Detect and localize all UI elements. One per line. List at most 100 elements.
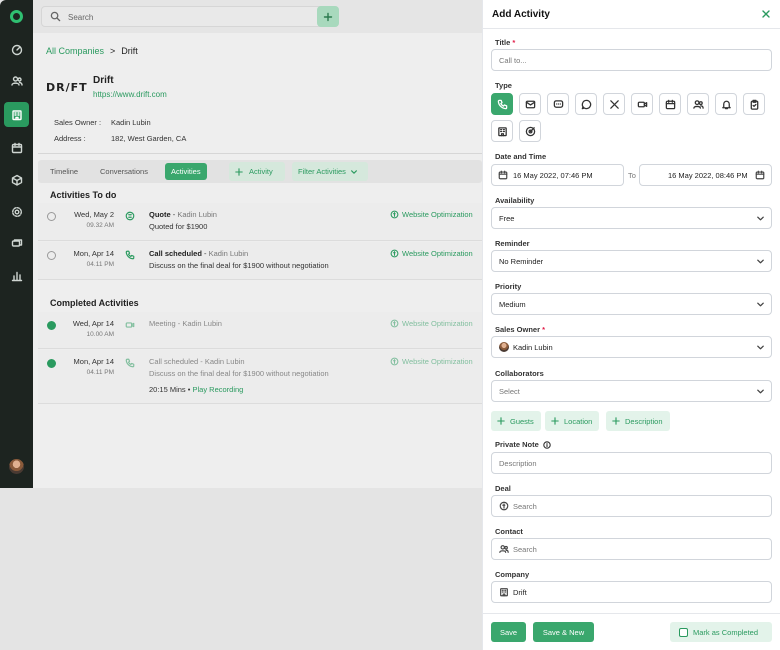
activity-time: 10.00 AM [86, 331, 114, 338]
sidebar-item-reports[interactable] [4, 263, 29, 288]
sidebar-item-dashboard[interactable] [4, 37, 29, 62]
deal-tag[interactable]: Website Optimization [390, 319, 473, 328]
building-icon [500, 588, 508, 597]
tabs-bar: Timeline Conversations Activities Activi… [38, 160, 482, 183]
contact-search-input[interactable]: Search [491, 538, 772, 560]
breadcrumb-current: Drift [121, 46, 138, 56]
activity-row[interactable]: Mon, Apr 14 04.11 PM Call scheduled - Ka… [38, 242, 482, 280]
activity-row[interactable]: Mon, Apr 14 04.11 PM Call scheduled - Ka… [38, 350, 482, 404]
save-and-new-button[interactable]: Save & New [533, 622, 594, 642]
user-avatar[interactable] [9, 459, 24, 474]
type-group-button[interactable] [687, 93, 709, 115]
chat-icon [11, 238, 22, 247]
deal-tag[interactable]: Website Optimization [390, 210, 473, 219]
activity-description: Discuss on the final deal for $1900 with… [149, 261, 329, 270]
search-placeholder: Search [68, 13, 94, 22]
type-event-button[interactable] [659, 93, 681, 115]
overlay-backdrop[interactable] [0, 488, 482, 650]
save-button[interactable]: Save [491, 622, 526, 642]
sidebar-item-companies[interactable] [4, 102, 29, 127]
video-icon [637, 101, 647, 107]
sales-owner-row: Sales Owner : Kadin Lubin [54, 118, 151, 127]
type-email-button[interactable] [519, 93, 541, 115]
play-recording-link[interactable]: Play Recording [192, 385, 243, 394]
tab-activities[interactable]: Activities [165, 163, 207, 180]
deal-search-input[interactable]: Search [491, 495, 772, 517]
title-input[interactable]: Call to... [491, 49, 772, 71]
activity-checkbox[interactable] [47, 212, 56, 221]
start-datetime-value: 16 May 2022, 07:46 PM [513, 171, 593, 180]
reminder-value: No Reminder [499, 257, 544, 266]
building-icon [11, 109, 22, 120]
deal-tag[interactable]: Website Optimization [390, 249, 473, 258]
sidebar-item-settings[interactable] [4, 199, 29, 224]
activity-date: Mon, Apr 14 [73, 357, 114, 366]
add-guests-button[interactable]: Guests [491, 411, 541, 431]
type-deal-button[interactable] [519, 120, 541, 142]
end-datetime-value: 16 May 2022, 08:46 PM [668, 171, 748, 180]
priority-select[interactable]: Medium [491, 293, 772, 315]
reminder-select[interactable]: No Reminder [491, 250, 772, 272]
activity-row[interactable]: Wed, Apr 14 10.00 AM Meeting - Kadin Lub… [38, 312, 482, 349]
availability-select[interactable]: Free [491, 207, 772, 229]
tab-conversations[interactable]: Conversations [94, 163, 154, 180]
type-meeting-button[interactable] [631, 93, 653, 115]
address-label: Address : [54, 134, 86, 143]
type-task-button[interactable] [743, 93, 765, 115]
sidebar-item-products[interactable] [4, 167, 29, 192]
deal-icon [499, 501, 509, 511]
activity-checkbox-checked[interactable] [47, 359, 56, 368]
deal-icon [390, 210, 399, 219]
sales-owner-select[interactable]: Kadin Lubin [491, 336, 772, 358]
company-url-link[interactable]: https://www.drift.com [93, 90, 167, 99]
quick-add-button[interactable] [317, 6, 339, 27]
add-activity-label: Activity [249, 167, 273, 176]
sidebar-item-calendar[interactable] [4, 135, 29, 160]
deal-tag-label: Website Optimization [402, 249, 473, 258]
info-icon[interactable] [543, 441, 551, 449]
type-lunch-button[interactable] [603, 93, 625, 115]
type-office-button[interactable] [491, 120, 513, 142]
breadcrumb-all-companies[interactable]: All Companies [46, 46, 104, 56]
add-description-button[interactable]: Description [606, 411, 670, 431]
close-icon[interactable] [761, 9, 771, 19]
calendar-icon [755, 170, 765, 180]
mark-as-completed-button[interactable]: Mark as Completed [670, 622, 772, 642]
app-logo[interactable] [10, 10, 23, 23]
sidebar-item-contacts[interactable] [4, 68, 29, 93]
sales-owner-label-text: Sales Owner [495, 325, 541, 334]
activity-type: Meeting [149, 319, 176, 328]
company-name: Drift [93, 75, 114, 86]
activity-checkbox-checked[interactable] [47, 321, 56, 330]
sidebar-item-messages[interactable] [4, 231, 29, 256]
tab-timeline[interactable]: Timeline [44, 163, 84, 180]
add-location-button[interactable]: Location [545, 411, 600, 431]
type-whatsapp-button[interactable] [575, 93, 597, 115]
activity-description: Quoted for $1900 [149, 222, 208, 231]
global-search-input[interactable]: Search [41, 6, 339, 27]
company-input[interactable]: Drift [491, 581, 772, 603]
type-sms-button[interactable] [547, 93, 569, 115]
collaborators-select[interactable]: Select [491, 380, 772, 402]
filter-activities-label: Filter Activities [298, 167, 346, 176]
filter-activities-dropdown[interactable]: Filter Activities [292, 162, 368, 181]
deal-tag[interactable]: Website Optimization [390, 357, 473, 366]
activity-title: Call scheduled - Kadin Lubin [149, 357, 245, 366]
mail-icon [525, 100, 535, 108]
required-mark: * [512, 38, 516, 47]
add-activity-button[interactable]: Activity [229, 162, 285, 181]
bar-chart-icon [11, 271, 22, 281]
end-datetime-input[interactable]: 16 May 2022, 08:46 PM [639, 164, 772, 186]
add-guests-label: Guests [510, 416, 534, 426]
deal-tag-label: Website Optimization [402, 357, 473, 366]
private-note-input[interactable]: Description [491, 452, 772, 474]
type-reminder-button[interactable] [715, 93, 737, 115]
owner-avatar [499, 342, 509, 352]
activity-owner: Kadin Lubin [208, 249, 249, 258]
mark-completed-checkbox[interactable] [679, 627, 688, 637]
chevron-down-icon [757, 259, 764, 264]
type-call-button[interactable] [491, 93, 513, 115]
activity-row[interactable]: Wed, May 2 09.32 AM Quote - Kadin Lubin … [38, 203, 482, 241]
activity-checkbox[interactable] [47, 251, 56, 260]
start-datetime-input[interactable]: 16 May 2022, 07:46 PM [491, 164, 624, 186]
